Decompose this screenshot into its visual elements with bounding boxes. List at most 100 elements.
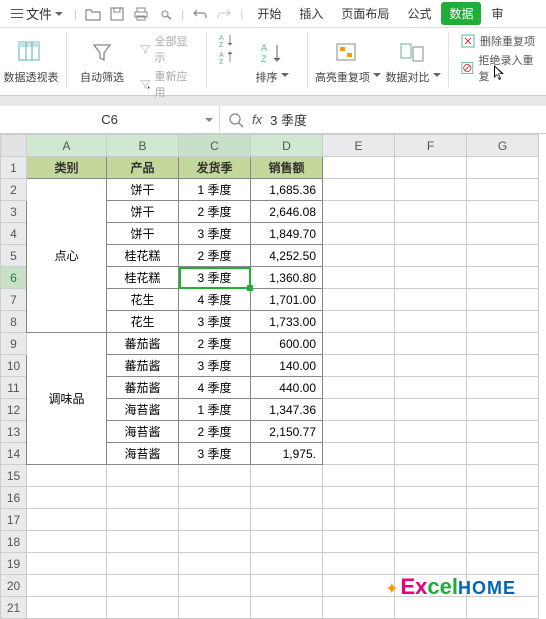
column-header[interactable]: D (251, 135, 323, 157)
cell[interactable] (467, 421, 539, 443)
cell[interactable]: 600.00 (251, 333, 323, 355)
cell[interactable] (467, 223, 539, 245)
cell[interactable] (179, 597, 251, 619)
cell[interactable] (323, 355, 395, 377)
cell[interactable] (323, 575, 395, 597)
cell[interactable] (323, 465, 395, 487)
cell[interactable] (467, 355, 539, 377)
cell[interactable]: 花生 (107, 289, 179, 311)
column-header[interactable]: F (395, 135, 467, 157)
cell[interactable]: 蕃茄酱 (107, 377, 179, 399)
cell[interactable] (467, 267, 539, 289)
cell[interactable] (27, 553, 107, 575)
cell[interactable]: 2,150.77 (251, 421, 323, 443)
cell[interactable] (107, 575, 179, 597)
cell[interactable]: 4 季度 (179, 377, 251, 399)
open-folder-icon[interactable] (83, 4, 103, 24)
cell[interactable] (27, 531, 107, 553)
cell[interactable]: 饼干 (107, 179, 179, 201)
cell[interactable] (323, 443, 395, 465)
cell[interactable] (27, 487, 107, 509)
row-header[interactable]: 20 (1, 575, 27, 597)
row-header[interactable]: 4 (1, 223, 27, 245)
cell[interactable] (107, 465, 179, 487)
cell[interactable] (323, 509, 395, 531)
ribbon-tab[interactable]: 公式 (399, 2, 439, 25)
cell[interactable] (395, 487, 467, 509)
cell[interactable]: 1 季度 (179, 179, 251, 201)
cell[interactable]: 2 季度 (179, 245, 251, 267)
ribbon-tab[interactable]: 数据 (441, 2, 481, 25)
cell[interactable] (323, 597, 395, 619)
ribbon-tab[interactable]: 开始 (249, 2, 289, 25)
cell[interactable]: 1 季度 (179, 399, 251, 421)
search-icon[interactable] (228, 112, 244, 128)
row-header[interactable]: 14 (1, 443, 27, 465)
cell[interactable] (251, 531, 323, 553)
cell[interactable]: 3 季度 (179, 223, 251, 245)
cell[interactable]: 产品 (107, 157, 179, 179)
column-header[interactable]: E (323, 135, 395, 157)
cell[interactable] (467, 399, 539, 421)
cell[interactable] (467, 179, 539, 201)
cell[interactable]: 海苔酱 (107, 399, 179, 421)
cell[interactable] (395, 377, 467, 399)
cell[interactable]: 类别 (27, 157, 107, 179)
row-header[interactable]: 15 (1, 465, 27, 487)
row-header[interactable]: 11 (1, 377, 27, 399)
cell[interactable]: 3 季度 (179, 311, 251, 333)
cell[interactable] (467, 333, 539, 355)
cell[interactable] (323, 377, 395, 399)
cell[interactable] (323, 531, 395, 553)
cell[interactable] (251, 553, 323, 575)
formula-value[interactable]: 3 季度 (270, 110, 307, 129)
cell[interactable] (27, 465, 107, 487)
cell[interactable]: 4,252.50 (251, 245, 323, 267)
cell[interactable]: 调味品 (27, 333, 107, 465)
cell[interactable] (395, 289, 467, 311)
undo-icon[interactable] (190, 4, 210, 24)
cell[interactable]: 蕃茄酱 (107, 333, 179, 355)
show-all-button[interactable]: 全部显示 (137, 32, 196, 66)
cell[interactable]: 4 季度 (179, 289, 251, 311)
cell[interactable] (323, 399, 395, 421)
cell[interactable]: 饼干 (107, 201, 179, 223)
cell[interactable] (467, 553, 539, 575)
cell[interactable]: 销售额 (251, 157, 323, 179)
cell[interactable] (323, 223, 395, 245)
cell[interactable] (467, 597, 539, 619)
cell[interactable] (251, 575, 323, 597)
cell[interactable] (323, 289, 395, 311)
sort-asc-button[interactable]: AZ (217, 32, 237, 48)
row-header[interactable]: 7 (1, 289, 27, 311)
cell[interactable]: 桂花糕 (107, 267, 179, 289)
cell[interactable] (107, 531, 179, 553)
cell[interactable] (467, 377, 539, 399)
row-header[interactable]: 21 (1, 597, 27, 619)
cell[interactable] (467, 465, 539, 487)
cell[interactable]: 1,701.00 (251, 289, 323, 311)
cell[interactable]: 饼干 (107, 223, 179, 245)
highlight-dup-button[interactable]: 高亮重复项 (318, 32, 378, 91)
cell[interactable]: 1,685.36 (251, 179, 323, 201)
cell[interactable] (179, 465, 251, 487)
row-header[interactable]: 16 (1, 487, 27, 509)
row-header[interactable]: 1 (1, 157, 27, 179)
cell[interactable] (251, 487, 323, 509)
cell[interactable] (107, 487, 179, 509)
row-header[interactable]: 10 (1, 355, 27, 377)
row-header[interactable]: 3 (1, 201, 27, 223)
reapply-button[interactable]: 重新应用 (137, 67, 196, 101)
cell[interactable] (107, 553, 179, 575)
cell[interactable] (179, 509, 251, 531)
cell[interactable] (323, 487, 395, 509)
cell[interactable] (395, 597, 467, 619)
row-header[interactable]: 9 (1, 333, 27, 355)
cell[interactable] (323, 245, 395, 267)
cell[interactable]: 1,347.36 (251, 399, 323, 421)
cell[interactable] (27, 597, 107, 619)
cell[interactable] (395, 311, 467, 333)
sort-desc-button[interactable]: AZ (217, 49, 237, 65)
cell[interactable] (395, 355, 467, 377)
cell[interactable]: 1,360.80 (251, 267, 323, 289)
